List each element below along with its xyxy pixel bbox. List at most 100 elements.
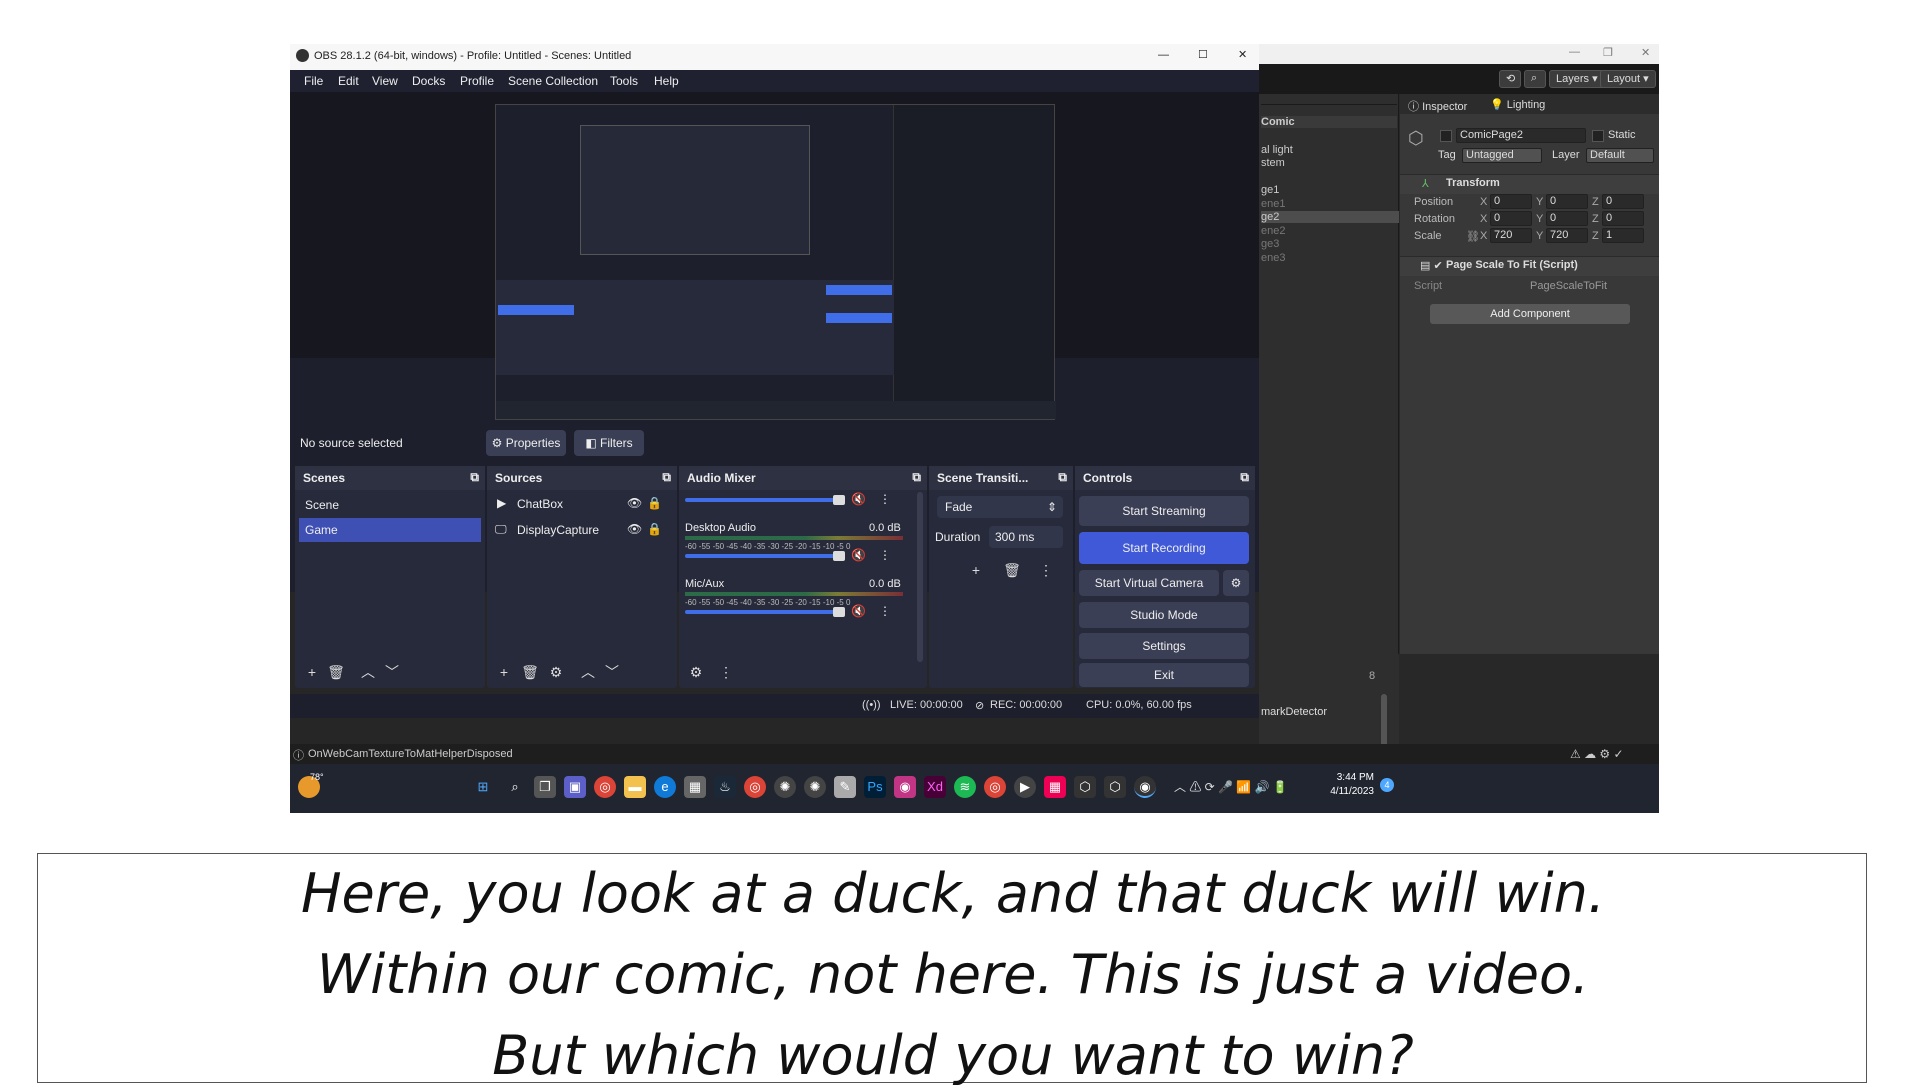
position-z[interactable]: 0 [1602,194,1644,209]
hierarchy-item[interactable]: ene2 [1261,225,1285,237]
restore-icon[interactable]: ❐ [1603,46,1613,59]
position-y[interactable]: 0 [1546,194,1588,209]
menu-help[interactable]: Help [654,74,679,88]
hierarchy-item[interactable]: al light [1261,144,1293,156]
trash-icon[interactable]: 🗑 [325,662,347,682]
tray-icons[interactable]: ︿ ⚠ ⟳ 🎤 📶 🔊 🔋 [1174,778,1288,795]
task-view-icon[interactable]: ❐ [534,776,556,798]
advanced-audio-icon[interactable]: ⚙ [685,662,707,682]
chevron-up-icon[interactable]: ︿ [577,662,599,682]
rotation-z[interactable]: 0 [1602,211,1644,226]
source-item[interactable]: ChatBox [517,497,563,511]
position-x[interactable]: 0 [1490,194,1532,209]
more-icon[interactable]: ⋮ [715,662,737,682]
link-icon[interactable]: ⛓ [1466,230,1480,243]
add-component-button[interactable]: Add Component [1430,304,1630,324]
static-checkbox[interactable] [1592,130,1604,142]
preview-area[interactable] [290,92,1259,420]
layer-dropdown[interactable]: Default [1586,148,1654,163]
transition-select[interactable]: Fade ⇕ [937,496,1063,518]
chrome-icon[interactable]: ◎ [594,776,616,798]
undock-icon[interactable]: ⧉ [470,470,479,485]
gear-icon[interactable]: ⚙ [1223,570,1249,596]
hierarchy-item[interactable]: ene1 [1261,198,1285,210]
hierarchy-item[interactable]: ene3 [1261,252,1285,264]
undock-icon[interactable]: ⧉ [662,470,671,485]
add-icon[interactable]: + [493,662,515,682]
source-item[interactable]: DisplayCapture [517,523,599,537]
filters-button[interactable]: ◧ Filters [574,430,644,456]
more-icon[interactable]: ⋮ [1035,560,1057,580]
tag-dropdown[interactable]: Untagged [1462,148,1542,163]
scale-x[interactable]: 720 [1490,228,1532,243]
eye-icon[interactable]: 👁 [627,522,642,536]
scrollbar[interactable] [917,492,923,662]
chevron-up-icon[interactable]: ︿ [357,662,379,682]
scale-z[interactable]: 1 [1602,228,1644,243]
scene-item[interactable]: Scene [305,498,339,512]
menu-view[interactable]: View [372,74,398,88]
menu-tools[interactable]: Tools [610,74,638,88]
object-name-field[interactable]: ComicPage2 [1456,128,1586,143]
duration-spinbox[interactable]: 300 ms [989,526,1063,548]
trash-icon[interactable]: 🗑 [1001,560,1023,580]
unity-hub-icon[interactable]: ⬡ [1104,776,1126,798]
minimize-icon[interactable]: — [1569,46,1580,58]
active-checkbox[interactable] [1440,130,1452,142]
exit-button[interactable]: Exit [1079,663,1249,687]
undock-icon[interactable]: ⧉ [1240,470,1249,485]
properties-button[interactable]: ⚙ Properties [486,430,566,456]
project-item[interactable]: markDetector [1261,706,1327,718]
undock-icon[interactable]: ⧉ [1058,470,1067,485]
app-icon[interactable]: ▦ [1044,776,1066,798]
console-message[interactable]: OnWebCamTextureToMatHelperDisposed [308,748,513,760]
file-explorer-icon[interactable]: ▬ [624,776,646,798]
instagram-icon[interactable]: ◉ [894,776,916,798]
volume-slider[interactable] [685,498,845,502]
close-icon[interactable]: ✕ [1238,48,1247,61]
chat-icon[interactable]: ▣ [564,776,586,798]
start-recording-button[interactable]: Start Recording [1079,532,1249,564]
spotify-icon[interactable]: ≋ [954,776,976,798]
media-player-icon[interactable]: ▶ [1014,776,1036,798]
gear-icon[interactable]: ⚙ [545,662,567,682]
mute-icon[interactable]: 🔇 [851,604,866,618]
start-streaming-button[interactable]: Start Streaming [1079,496,1249,526]
history-icon[interactable]: ⟲ [1499,70,1521,88]
script-field[interactable]: PageScaleToFit [1530,280,1607,292]
eye-icon[interactable]: 👁 [627,496,642,510]
slider-knob[interactable] [833,607,845,617]
layout-dropdown[interactable]: Layout ▾ [1600,70,1656,88]
rotation-y[interactable]: 0 [1546,211,1588,226]
xd-icon[interactable]: Xd [924,776,946,798]
console-icons[interactable]: ⚠ ☁ ⚙ ✓ [1570,747,1624,761]
menu-profile[interactable]: Profile [460,74,494,88]
studio-mode-button[interactable]: Studio Mode [1079,602,1249,628]
mute-icon[interactable]: 🔇 [851,548,866,562]
maximize-icon[interactable]: ☐ [1198,48,1208,61]
openai-icon[interactable]: ✺ [804,776,826,798]
unity-icon[interactable]: ⬡ [1074,776,1096,798]
chevron-down-icon[interactable]: ﹀ [381,662,403,682]
lock-icon[interactable]: 🔒 [647,522,662,536]
hierarchy-root[interactable]: Comic [1261,116,1397,128]
menu-file[interactable]: File [304,74,323,88]
hierarchy-item[interactable]: ge3 [1261,238,1279,250]
rotation-x[interactable]: 0 [1490,211,1532,226]
photoshop-icon[interactable]: Ps [864,776,886,798]
chevron-down-icon[interactable]: ﹀ [601,662,623,682]
search-icon[interactable]: ⌕ [1524,70,1546,88]
more-icon[interactable]: ⋮ [879,604,891,618]
notepad-icon[interactable]: ✎ [834,776,856,798]
obs-icon[interactable]: ◉ [1134,776,1156,798]
hierarchy-item-selected[interactable]: ge2 [1261,211,1399,223]
search-icon[interactable]: ⌕ [504,776,526,798]
tab-lighting[interactable]: 💡 Lighting [1490,98,1545,111]
clock-time[interactable]: 3:44 PM [1324,772,1374,783]
trash-icon[interactable]: 🗑 [519,662,541,682]
more-icon[interactable]: ⋮ [879,548,891,562]
chrome-profile-icon[interactable]: ◎ [744,776,766,798]
steam-icon[interactable]: ♨ [714,776,736,798]
chrome-profile-icon[interactable]: ◎ [984,776,1006,798]
volume-slider[interactable] [685,554,845,558]
